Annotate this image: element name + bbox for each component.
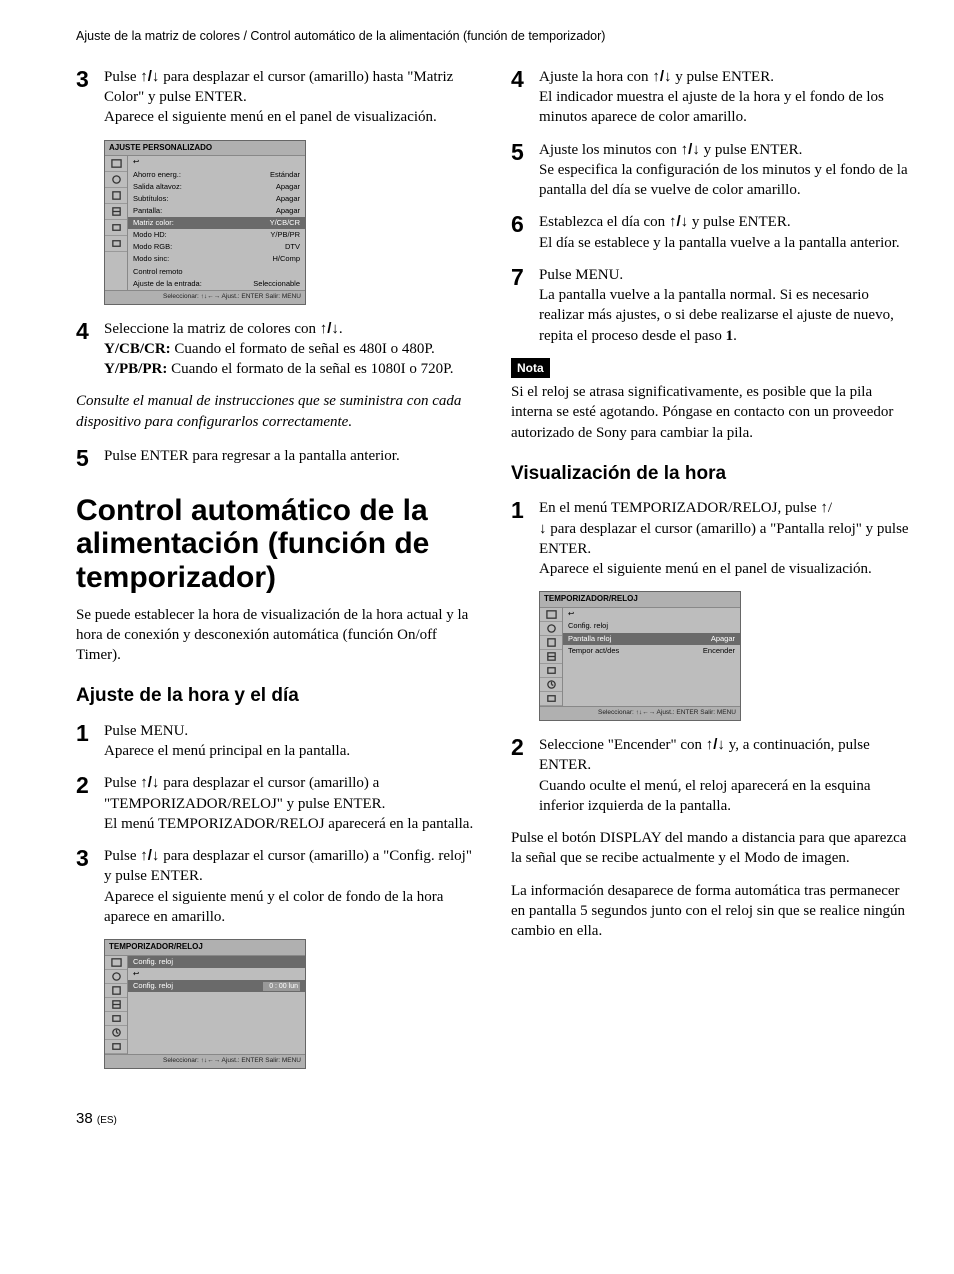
menu-title: AJUSTE PERSONALIZADO xyxy=(105,141,305,157)
clock-icon xyxy=(105,1026,127,1040)
step-number-3b: 3 xyxy=(76,846,104,927)
step-3b-body: Pulse ↑/↓ para desplazar el cursor (amar… xyxy=(104,846,479,927)
up-down-arrow-icon: ↑/↓ xyxy=(140,68,159,85)
step-number-4r: 4 xyxy=(511,67,539,128)
menu-row: Salida altavoz:Apagar xyxy=(128,181,305,193)
menu-icon xyxy=(105,956,127,970)
up-down-arrow-icon: ↑/↓ xyxy=(681,141,700,158)
menu-temporizador-reloj-pantalla: TEMPORIZADOR/RELOJ ↩ Config. reloj Panta… xyxy=(539,591,741,721)
menu-icon xyxy=(105,172,127,188)
menu-icon-strip xyxy=(105,156,128,289)
menu-row-highlighted: Config. reloj0 : 00 lun xyxy=(128,980,305,992)
menu-row: Subtítulos:Apagar xyxy=(128,193,305,205)
right-column: 4 Ajuste la hora con ↑/↓ y pulse ENTER. … xyxy=(511,67,914,1083)
step-7r-body: Pulse MENU. La pantalla vuelve a la pant… xyxy=(539,265,914,346)
menu-row: Modo RGB:DTV xyxy=(128,241,305,253)
page-header: Ajuste de la matriz de colores / Control… xyxy=(76,28,914,45)
menu-row-highlighted: Pantalla relojApagar xyxy=(563,633,740,645)
up-down-arrow-icon: ↑/↓ xyxy=(669,213,688,230)
step-number-4: 4 xyxy=(76,319,104,380)
menu-icon xyxy=(540,608,562,622)
step-number-2v: 2 xyxy=(511,735,539,816)
menu-row: ↩ xyxy=(128,968,305,980)
menu-icon xyxy=(105,984,127,998)
step-6r-body: Establezca el día con ↑/↓ y pulse ENTER.… xyxy=(539,212,914,253)
step-number-2: 2 xyxy=(76,773,104,834)
menu-icon xyxy=(105,188,127,204)
step-2-body: Pulse ↑/↓ para desplazar el cursor (amar… xyxy=(104,773,479,834)
menu-icon xyxy=(105,236,127,252)
menu-row-highlighted: Matriz color:Y/CB/CR xyxy=(128,217,305,229)
up-down-arrow-icon: ↑/↓ xyxy=(652,68,671,85)
menu-icon-strip xyxy=(105,956,128,1054)
menu-footer: Seleccionar: ↑↓←→ Ajust.: ENTER Salir: M… xyxy=(105,290,305,304)
menu-title: TEMPORIZADOR/RELOJ xyxy=(105,940,305,956)
up-down-arrow-icon: ↑/↓ xyxy=(140,847,159,864)
tail-paragraph-1: Pulse el botón DISPLAY del mando a dista… xyxy=(511,828,914,869)
nota-label: Nota xyxy=(511,358,550,378)
menu-row: ↩ xyxy=(128,156,305,168)
step-1v-body: En el menú TEMPORIZADOR/RELOJ, pulse ↑/ … xyxy=(539,498,914,579)
menu-icon xyxy=(105,970,127,984)
menu-icon xyxy=(105,1040,127,1054)
menu-title: TEMPORIZADOR/RELOJ xyxy=(540,592,740,608)
menu-row: Control remoto xyxy=(128,266,305,278)
italic-note: Consulte el manual de instrucciones que … xyxy=(76,391,479,432)
menu-temporizador-reloj-config: TEMPORIZADOR/RELOJ Config. reloj ↩ Confi… xyxy=(104,939,306,1069)
menu-row: Ajuste de la entrada:Seleccionable xyxy=(128,278,305,290)
menu-icon xyxy=(540,650,562,664)
step-5-body: Pulse ENTER para regresar a la pantalla … xyxy=(104,446,479,470)
nota-text: Si el reloj se atrasa significativamente… xyxy=(511,382,914,443)
section-intro: Se puede establecer la hora de visualiza… xyxy=(76,605,479,666)
up-down-arrow-icon: ↑/↓ xyxy=(140,774,159,791)
section-heading: Control automático de la alimentación (f… xyxy=(76,494,479,595)
step-5r-body: Ajuste los minutos con ↑/↓ y pulse ENTER… xyxy=(539,140,914,201)
step-number-3: 3 xyxy=(76,67,104,128)
step-number-5r: 5 xyxy=(511,140,539,201)
menu-row: Modo HD:Y/PB/PR xyxy=(128,229,305,241)
step-2v-body: Seleccione "Encender" con ↑/↓ y, a conti… xyxy=(539,735,914,816)
up-down-arrow-icon: ↑/↓ xyxy=(706,736,725,753)
menu-row: Modo sinc:H/Comp xyxy=(128,253,305,265)
menu-icon xyxy=(105,220,127,236)
step-number-5: 5 xyxy=(76,446,104,470)
menu-row: Tempor act/desEncender xyxy=(563,645,740,657)
menu-footer: Seleccionar: ↑↓←→ Ajust.: ENTER Salir: M… xyxy=(540,706,740,720)
step-number-1v: 1 xyxy=(511,498,539,579)
menu-icon xyxy=(540,692,562,706)
menu-icon xyxy=(105,1012,127,1026)
down-arrow-icon: ↓ xyxy=(539,520,547,537)
left-column: 3 Pulse ↑/↓ para desplazar el cursor (am… xyxy=(76,67,479,1083)
clock-icon xyxy=(540,678,562,692)
menu-icon xyxy=(540,622,562,636)
step-number-7r: 7 xyxy=(511,265,539,346)
step-3-body: Pulse ↑/↓ para desplazar el cursor (amar… xyxy=(104,67,479,128)
page-number: 38 (ES) xyxy=(76,1109,914,1129)
step-number-1: 1 xyxy=(76,721,104,762)
menu-row: Config. reloj xyxy=(128,956,305,968)
menu-icon-strip xyxy=(540,608,563,706)
menu-footer: Seleccionar: ↑↓←→ Ajust.: ENTER Salir: M… xyxy=(105,1054,305,1068)
menu-row: ↩ xyxy=(563,608,740,620)
menu-ajuste-personalizado: AJUSTE PERSONALIZADO ↩ Ahorro energ.:Est… xyxy=(104,140,306,305)
subsection-heading: Ajuste de la hora y el día xyxy=(76,683,479,709)
menu-icon xyxy=(105,156,127,172)
menu-icon xyxy=(540,664,562,678)
subsection-heading-viz: Visualización de la hora xyxy=(511,461,914,487)
menu-icon xyxy=(105,998,127,1012)
menu-icon xyxy=(540,636,562,650)
tail-paragraph-2: La información desaparece de forma autom… xyxy=(511,881,914,942)
menu-row: Pantalla:Apagar xyxy=(128,205,305,217)
step-4-body: Seleccione la matriz de colores con ↑/↓.… xyxy=(104,319,479,380)
step-4r-body: Ajuste la hora con ↑/↓ y pulse ENTER. El… xyxy=(539,67,914,128)
up-down-arrow-icon: ↑/↓ xyxy=(320,320,339,337)
up-arrow-icon: ↑ xyxy=(820,499,828,516)
step-number-6r: 6 xyxy=(511,212,539,253)
menu-row: Ahorro energ.:Estándar xyxy=(128,169,305,181)
menu-row: Config. reloj xyxy=(563,620,740,632)
step-1-body: Pulse MENU.Aparece el menú principal en … xyxy=(104,721,479,762)
menu-icon xyxy=(105,204,127,220)
